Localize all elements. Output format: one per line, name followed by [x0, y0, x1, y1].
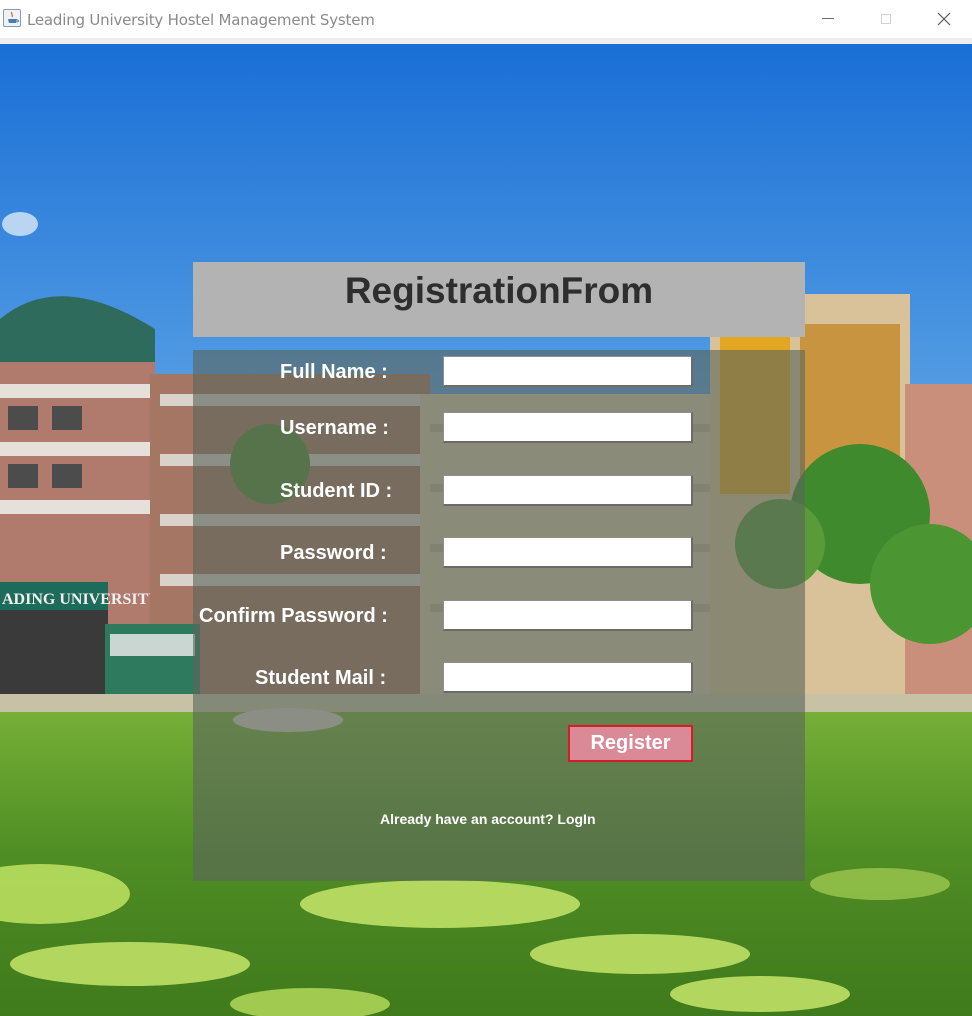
minimize-icon	[822, 18, 834, 19]
password-input[interactable]	[443, 537, 693, 568]
java-cup-icon	[3, 9, 21, 27]
student-id-input[interactable]	[443, 475, 693, 506]
form-header: RegistrationFrom	[193, 262, 805, 337]
full-name-input[interactable]	[443, 356, 693, 387]
window-title: Leading University Hostel Management Sys…	[27, 11, 375, 29]
student-id-label: Student ID :	[280, 480, 393, 502]
university-sign: ADING UNIVERSITY	[2, 591, 160, 608]
maximize-icon	[881, 14, 891, 24]
close-button[interactable]	[915, 0, 972, 38]
register-button[interactable]: Register	[568, 725, 693, 762]
confirm-password-label: Confirm Password :	[199, 605, 388, 627]
maximize-button[interactable]	[857, 0, 915, 38]
full-name-label: Full Name :	[280, 361, 388, 383]
title-bar: Leading University Hostel Management Sys…	[0, 0, 972, 39]
close-icon	[937, 12, 951, 26]
confirm-password-input[interactable]	[443, 600, 693, 631]
form-title: RegistrationFrom	[344, 270, 654, 311]
username-label: Username :	[280, 417, 389, 439]
username-input[interactable]	[443, 412, 693, 443]
student-mail-label: Student Mail :	[255, 667, 387, 689]
password-label: Password :	[280, 542, 387, 564]
login-link[interactable]: Already have an account? LogIn	[380, 811, 596, 827]
student-mail-input[interactable]	[443, 662, 693, 693]
minimize-button[interactable]	[799, 0, 857, 38]
